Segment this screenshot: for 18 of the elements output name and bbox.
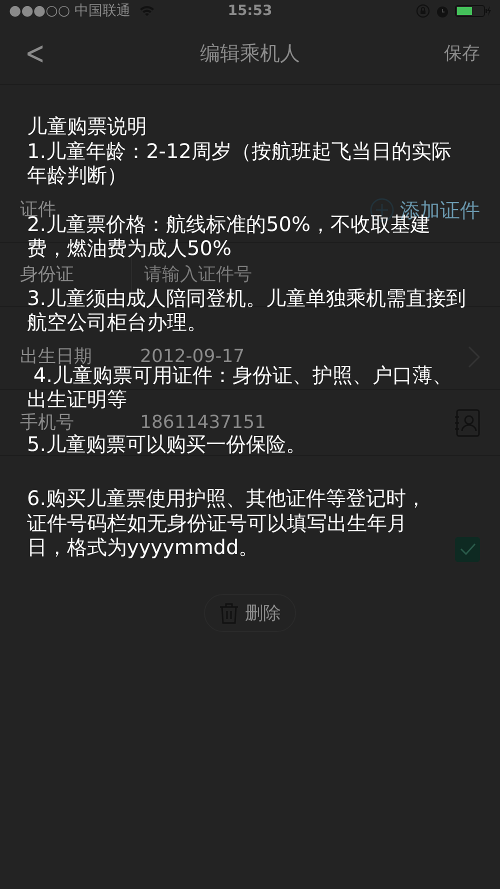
carrier-label: ●●●○○ 中国联通 (9, 2, 131, 20)
notice-title: 儿童购票说明 (27, 114, 148, 138)
checkmark-icon (460, 543, 476, 555)
page-title: 编辑乘机人 (199, 40, 301, 67)
field-value: 18611437151 (140, 411, 266, 434)
notice-paragraph: 6.购买儿童票使用护照、其他证件等登记时，证件号码栏如无身份证号可以填写出生年月日，格式为yyyymmdd。 (27, 486, 428, 560)
field-value: 2012-09-17 (140, 345, 245, 367)
field-label: 手机号 (20, 411, 75, 434)
delete-button[interactable]: 删除 (204, 594, 296, 632)
save-button[interactable]: 保存 (440, 40, 480, 66)
back-button[interactable]: < (25, 37, 55, 69)
battery-icon (455, 4, 491, 18)
document-number-field[interactable]: 请输入证件号 (144, 261, 480, 288)
alarm-icon (436, 4, 449, 18)
status-time: 15:53 (226, 2, 274, 20)
checkbox[interactable] (455, 536, 480, 562)
notice-paragraph: 1.儿童年龄：2-12周岁（按航班起飞当日的实际年龄判断） (27, 138, 452, 188)
notice-paragraph: 5.儿童购票可以购买一份保险。 (27, 432, 308, 456)
